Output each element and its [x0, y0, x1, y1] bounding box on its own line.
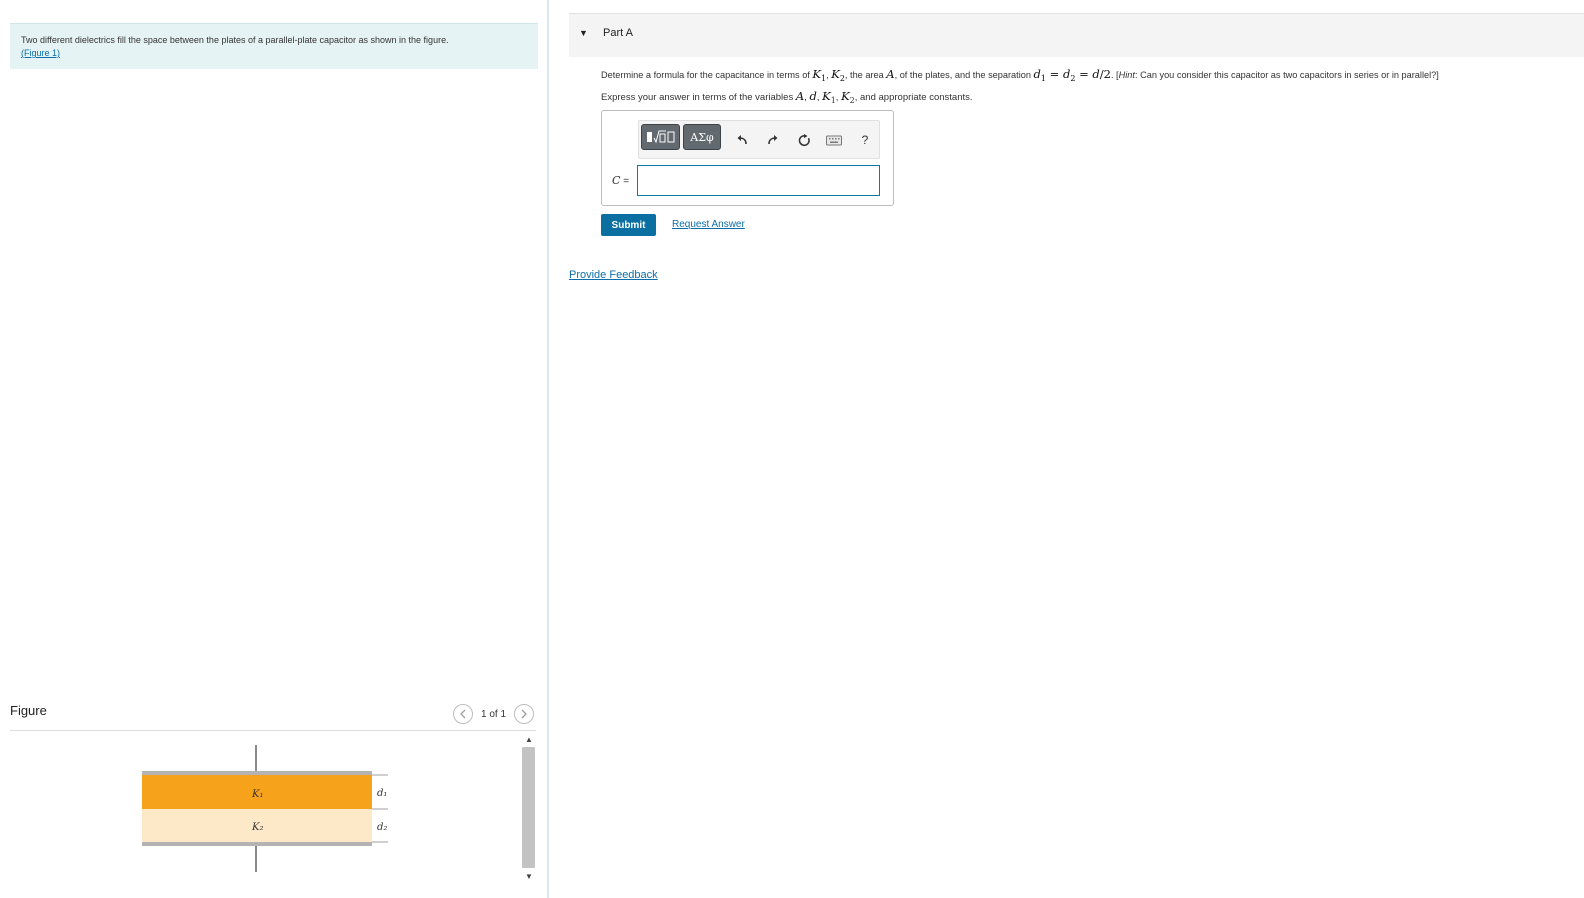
answer-eq: =	[620, 176, 630, 187]
express-part: Express your answer in terms of the vari…	[601, 92, 796, 103]
var-k2: K	[831, 67, 840, 81]
problem-intro: Two different dielectrics fill the space…	[10, 23, 538, 69]
answer-label: C =	[612, 174, 629, 187]
capacitor-figure: K₁ K₂ d₁ d₂	[140, 742, 400, 877]
request-answer-link[interactable]: Request Answer	[672, 219, 745, 230]
help-icon[interactable]: ?	[857, 132, 873, 148]
figure-scrollbar[interactable]: ▲ ▼	[520, 732, 538, 888]
answer-input[interactable]	[637, 165, 880, 196]
question-part: . [	[1110, 70, 1119, 80]
bottom-plate	[142, 842, 372, 846]
half-fraction: /2	[1099, 67, 1111, 81]
bottom-lead	[255, 846, 257, 872]
figure-nav: 1 of 1	[453, 704, 535, 724]
k2-label: K₂	[251, 822, 263, 833]
scroll-down-icon[interactable]: ▼	[524, 872, 534, 882]
greek-symbols-button[interactable]: ΑΣφ	[683, 124, 721, 150]
var-a: A	[886, 67, 895, 81]
var-a: A	[795, 89, 805, 103]
question-part: , the area	[844, 70, 887, 80]
equals-sign: =	[1046, 67, 1063, 81]
k1-label: K₁	[251, 789, 263, 800]
figure-divider	[10, 730, 536, 731]
express-instructions: Express your answer in terms of the vari…	[601, 88, 973, 109]
question-text: Determine a formula for the capacitance …	[601, 66, 1439, 87]
part-a-header[interactable]	[569, 13, 1584, 57]
reset-icon[interactable]	[796, 132, 812, 148]
express-part: , and appropriate constants.	[854, 92, 973, 103]
equals-sign: =	[1075, 67, 1093, 81]
provide-feedback-link[interactable]: Provide Feedback	[569, 269, 658, 281]
undo-icon[interactable]	[734, 132, 750, 148]
question-part: Determine a formula for the capacitance …	[601, 70, 813, 80]
question-part: , of the plates, and the separation	[894, 70, 1034, 80]
answer-box: ΑΣφ ? C =	[601, 110, 894, 206]
submit-button[interactable]: Submit	[601, 214, 656, 236]
redo-icon[interactable]	[765, 132, 781, 148]
var-k1: K	[822, 89, 831, 103]
chevron-left-icon[interactable]	[453, 704, 473, 724]
figure-counter: 1 of 1	[481, 708, 507, 720]
math-templates-icon[interactable]	[641, 124, 680, 150]
collapse-caret-icon[interactable]: ▼	[579, 28, 588, 38]
panel-divider	[547, 0, 549, 898]
figure-link[interactable]: (Figure 1)	[21, 48, 60, 58]
part-a-label: Part A	[603, 27, 633, 39]
var-k2: K	[841, 89, 850, 103]
problem-intro-text: Two different dielectrics fill the space…	[21, 35, 449, 45]
var-k1: K	[812, 67, 822, 81]
var-d: d	[1092, 67, 1100, 81]
top-lead	[255, 745, 257, 771]
chevron-right-icon[interactable]	[514, 704, 535, 724]
math-toolbar: ΑΣφ ?	[638, 120, 880, 159]
scroll-thumb[interactable]	[522, 747, 535, 868]
top-plate	[142, 771, 372, 775]
figure-title: Figure	[10, 703, 47, 718]
d1-label: d₁	[377, 788, 387, 799]
keyboard-icon[interactable]	[826, 132, 842, 148]
hint-label: Hint	[1118, 70, 1135, 80]
var-d1: d	[1033, 67, 1041, 81]
hint-text: : Can you consider this capacitor as two…	[1134, 70, 1439, 80]
left-panel: Two different dielectrics fill the space…	[0, 0, 548, 898]
scroll-up-icon[interactable]: ▲	[524, 735, 534, 745]
var-d: d	[809, 89, 817, 103]
d2-label: d₂	[377, 822, 387, 833]
